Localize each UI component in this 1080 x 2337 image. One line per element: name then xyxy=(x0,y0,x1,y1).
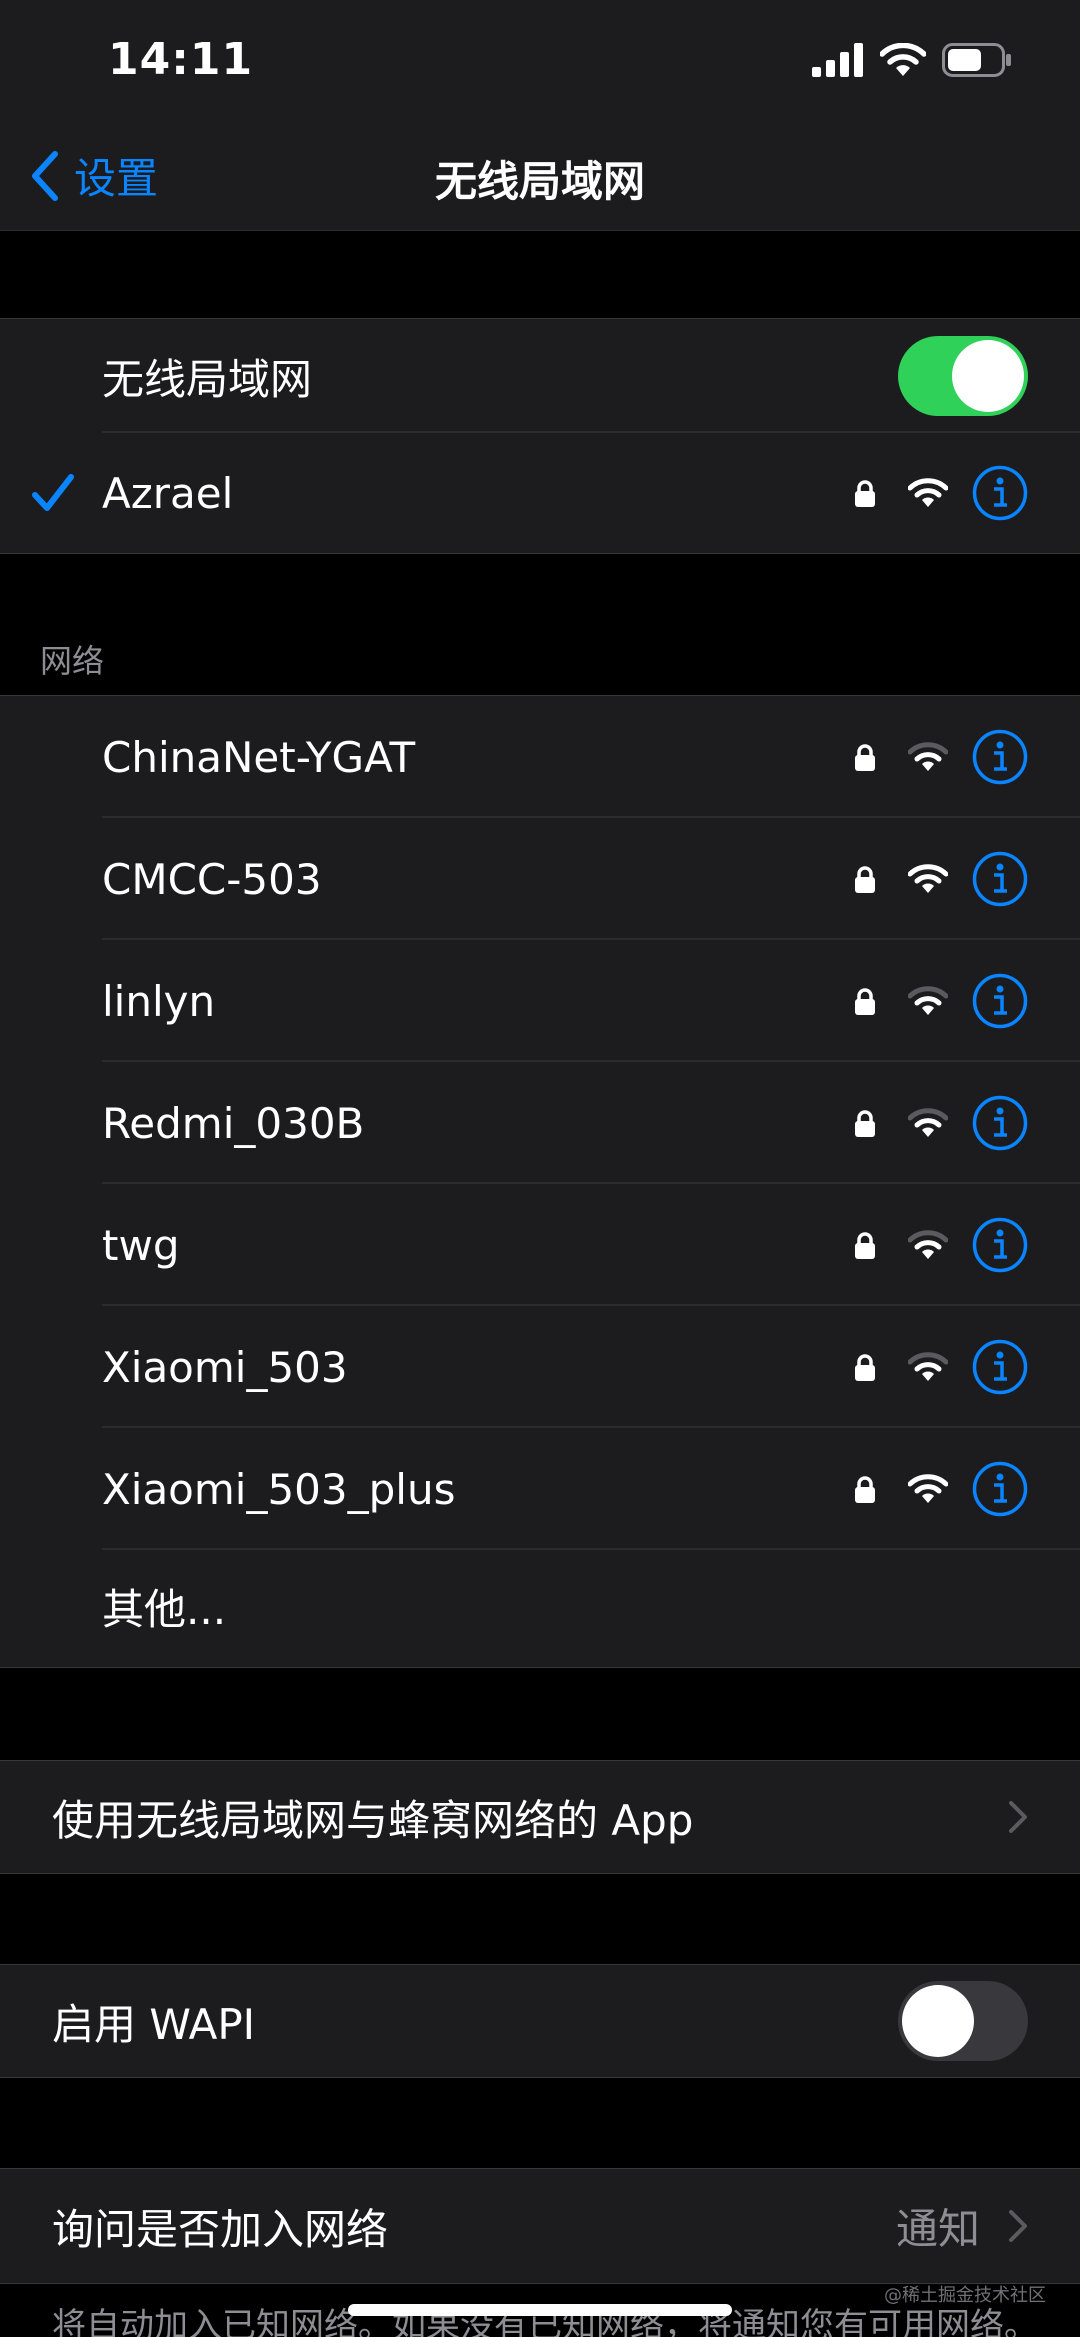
network-name: CMCC-503 xyxy=(102,854,322,904)
battery-icon xyxy=(942,43,1011,77)
ask-join-group: 询问是否加入网络 通知 xyxy=(0,2168,1080,2284)
network-trailing xyxy=(854,1217,1028,1273)
wifi-signal-icon xyxy=(908,1352,948,1381)
lock-icon xyxy=(855,1232,875,1259)
network-row[interactable]: linlyn xyxy=(0,940,1080,1062)
apps-using-network-label: 使用无线局域网与蜂窝网络的 App xyxy=(52,1795,694,1845)
info-icon[interactable] xyxy=(972,851,1028,907)
other-network-label: 其他... xyxy=(102,1585,227,1634)
chevron-right-icon xyxy=(1009,1801,1027,1833)
lock-icon xyxy=(855,988,875,1015)
network-row[interactable]: Redmi_030B xyxy=(0,1062,1080,1184)
info-icon[interactable] xyxy=(972,1095,1028,1151)
connected-network-row[interactable]: Azrael xyxy=(0,433,1080,553)
navigation-bar: 14:11 设置 无线局域网 xyxy=(0,0,1080,231)
wifi-toggle[interactable] xyxy=(898,336,1028,416)
wifi-signal-icon xyxy=(908,742,948,771)
wifi-settings-screen: 14:11 设置 无线局域网 无线局域网 Azrael 网络 ChinaNet-… xyxy=(0,0,1080,2337)
network-trailing xyxy=(854,1461,1028,1517)
toggle-knob xyxy=(902,1985,974,2057)
network-name: Xiaomi_503 xyxy=(102,1342,348,1392)
wifi-status-icon xyxy=(880,43,926,76)
chevron-right-icon xyxy=(1009,2210,1027,2242)
network-row[interactable]: Xiaomi_503_plus xyxy=(0,1428,1080,1550)
checkmark-icon xyxy=(32,474,74,511)
status-icons xyxy=(812,40,1012,80)
network-trailing xyxy=(854,851,1028,907)
network-row[interactable]: CMCC-503 xyxy=(0,818,1080,940)
wifi-signal-icon xyxy=(908,1474,948,1503)
wifi-toggle-row: 无线局域网 xyxy=(0,319,1080,433)
wifi-signal-icon xyxy=(908,864,948,893)
wifi-toggle-label: 无线局域网 xyxy=(102,354,313,404)
wifi-signal-icon xyxy=(908,478,948,507)
wapi-toggle[interactable] xyxy=(898,1981,1028,2061)
wifi-main-group: 无线局域网 Azrael xyxy=(0,318,1080,554)
lock-icon xyxy=(855,1110,875,1137)
network-row[interactable]: twg xyxy=(0,1184,1080,1306)
connected-network-name: Azrael xyxy=(102,468,234,518)
network-name: linlyn xyxy=(102,976,216,1026)
info-icon[interactable] xyxy=(972,1461,1028,1517)
apps-using-network-row[interactable]: 使用无线局域网与蜂窝网络的 App xyxy=(0,1761,1080,1873)
lock-icon xyxy=(855,480,875,507)
network-name: twg xyxy=(102,1220,180,1270)
network-row[interactable]: Xiaomi_503 xyxy=(0,1306,1080,1428)
ask-join-row[interactable]: 询问是否加入网络 通知 xyxy=(0,2169,1080,2283)
ask-join-label: 询问是否加入网络 xyxy=(52,2204,389,2254)
other-network-row[interactable]: 其他... xyxy=(0,1550,1080,1663)
lock-icon xyxy=(855,1354,875,1381)
network-trailing xyxy=(854,1339,1028,1395)
lock-icon xyxy=(855,744,875,771)
home-indicator xyxy=(348,2304,732,2316)
info-icon[interactable] xyxy=(972,729,1028,785)
lock-icon xyxy=(855,1476,875,1503)
wapi-group: 启用 WAPI xyxy=(0,1964,1080,2078)
network-name: ChinaNet-YGAT xyxy=(102,732,416,782)
networks-section-header: 网络 xyxy=(40,642,105,680)
status-time: 14:11 xyxy=(108,34,254,85)
page-title: 无线局域网 xyxy=(434,157,645,206)
info-icon[interactable] xyxy=(972,465,1028,521)
info-icon[interactable] xyxy=(972,1217,1028,1273)
network-trailing xyxy=(854,973,1028,1029)
apps-group: 使用无线局域网与蜂窝网络的 App xyxy=(0,1760,1080,1874)
network-name: Redmi_030B xyxy=(102,1098,365,1148)
networks-group: ChinaNet-YGAT CMCC-503 linlyn Redmi_030Btwg… xyxy=(0,695,1080,1668)
connected-network-trailing xyxy=(854,465,1028,521)
network-name: Xiaomi_503_plus xyxy=(102,1464,456,1514)
wifi-signal-icon xyxy=(908,986,948,1015)
ask-join-value: 通知 xyxy=(895,2204,980,2254)
cellular-signal-icon xyxy=(812,43,863,77)
wapi-row: 启用 WAPI xyxy=(0,1965,1080,2077)
wifi-signal-icon xyxy=(908,1230,948,1259)
network-trailing xyxy=(854,729,1028,785)
wapi-label: 启用 WAPI xyxy=(52,1999,256,2049)
info-icon[interactable] xyxy=(972,1339,1028,1395)
network-trailing xyxy=(854,1095,1028,1151)
network-row[interactable]: ChinaNet-YGAT xyxy=(0,696,1080,818)
wifi-signal-icon xyxy=(908,1108,948,1137)
info-icon[interactable] xyxy=(972,973,1028,1029)
lock-icon xyxy=(855,866,875,893)
toggle-knob xyxy=(952,340,1024,412)
